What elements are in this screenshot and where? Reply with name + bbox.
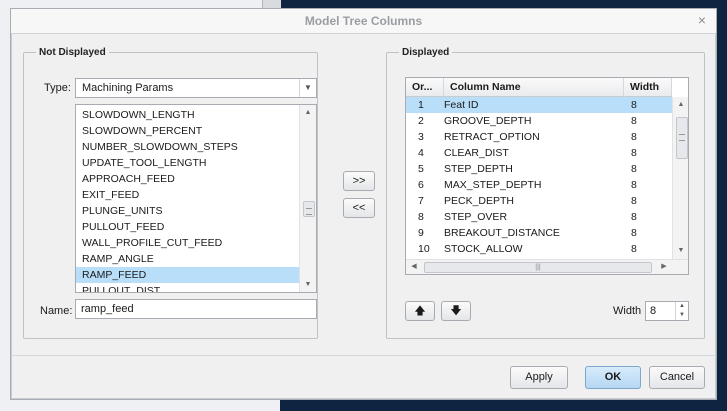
not-displayed-legend: Not Displayed <box>39 47 106 58</box>
list-item[interactable]: WALL_PROFILE_CUT_FEED <box>76 235 299 251</box>
scroll-up-icon[interactable]: ▲ <box>300 105 316 120</box>
down-arrow-icon: 🡇 <box>450 305 462 317</box>
row-name-cell: CLEAR_DIST <box>444 147 509 159</box>
row-name-cell: MAX_STEP_DEPTH <box>444 179 542 191</box>
table-row[interactable]: 10 STOCK_ALLOW 8 <box>406 241 672 257</box>
row-width-cell: 8 <box>631 147 637 159</box>
name-field[interactable]: ramp_feed <box>75 299 317 319</box>
footer-divider <box>11 355 716 356</box>
increment-icon[interactable]: ▲ <box>675 302 688 311</box>
table-row[interactable]: 6 MAX_STEP_DEPTH 8 <box>406 177 672 193</box>
row-order-cell: 4 <box>418 147 424 159</box>
width-stepper[interactable]: 8 ▲ ▼ <box>645 301 689 321</box>
row-width-cell: 8 <box>631 195 637 207</box>
scrollbar-thumb[interactable] <box>676 117 688 159</box>
row-order-cell: 2 <box>418 115 424 127</box>
row-width-cell: 8 <box>631 211 637 223</box>
row-name-cell: RETRACT_OPTION <box>444 131 540 143</box>
scroll-up-icon[interactable]: ▲ <box>673 97 688 112</box>
displayed-table[interactable]: Or... Column Name Width 1 Feat ID 8 2 GROOVE… <box>405 77 689 275</box>
row-name-cell: PECK_DEPTH <box>444 195 515 207</box>
type-label: Type: <box>44 82 71 94</box>
row-order-cell: 3 <box>418 131 424 143</box>
table-header: Or... Column Name Width <box>406 78 672 97</box>
row-name-cell: GROOVE_DEPTH <box>444 115 532 127</box>
list-item[interactable]: SLOWDOWN_PERCENT <box>76 123 299 139</box>
row-width-cell: 8 <box>631 115 637 127</box>
list-item[interactable]: UPDATE_TOOL_LENGTH <box>76 155 299 171</box>
table-row[interactable]: 8 STEP_OVER 8 <box>406 209 672 225</box>
row-name-cell: Feat ID <box>444 99 479 111</box>
list-item[interactable]: SLOWDOWN_LENGTH <box>76 107 299 123</box>
row-name-cell: STEP_OVER <box>444 211 508 223</box>
move-up-button[interactable]: 🡅 <box>405 301 435 321</box>
row-width-cell: 8 <box>631 227 637 239</box>
list-item[interactable]: RAMP_FEED <box>76 267 299 283</box>
table-row[interactable]: 9 BREAKOUT_DISTANCE 8 <box>406 225 672 241</box>
column-header-order[interactable]: Or... <box>406 78 444 96</box>
row-order-cell: 8 <box>418 211 424 223</box>
row-order-cell: 10 <box>418 243 430 255</box>
model-tree-columns-dialog: Model Tree Columns × Not Displayed Type:… <box>10 8 717 400</box>
list-item[interactable]: PLUNGE_UNITS <box>76 203 299 219</box>
dialog-titlebar: Model Tree Columns × <box>11 9 716 34</box>
displayed-horizontal-scrollbar[interactable]: ◀ ||| ▶ <box>406 259 688 274</box>
not-displayed-list[interactable]: SLOWDOWN_LENGTH SLOWDOWN_PERCENT NUMBER_SL… <box>75 104 317 293</box>
list-item[interactable]: PULLOUT_FEED <box>76 219 299 235</box>
table-row[interactable]: 4 CLEAR_DIST 8 <box>406 145 672 161</box>
scroll-right-icon[interactable]: ▶ <box>656 260 672 274</box>
row-order-cell: 6 <box>418 179 424 191</box>
row-order-cell: 1 <box>418 99 424 111</box>
cancel-button[interactable]: Cancel <box>649 366 705 389</box>
type-select-value: Machining Params <box>82 82 174 94</box>
list-item[interactable]: APPROACH_FEED <box>76 171 299 187</box>
move-down-button[interactable]: 🡇 <box>441 301 471 321</box>
displayed-legend: Displayed <box>402 47 450 58</box>
scrollbar-thumb[interactable] <box>303 201 315 217</box>
up-arrow-icon: 🡅 <box>414 305 426 317</box>
table-row[interactable]: 2 GROOVE_DEPTH 8 <box>406 113 672 129</box>
list-item[interactable]: EXIT_FEED <box>76 187 299 203</box>
row-width-cell: 8 <box>631 131 637 143</box>
list-item[interactable]: RAMP_ANGLE <box>76 251 299 267</box>
row-order-cell: 7 <box>418 195 424 207</box>
remove-column-button[interactable]: << <box>343 198 375 218</box>
ok-button[interactable]: OK <box>585 366 641 389</box>
scroll-down-icon[interactable]: ▼ <box>300 277 316 292</box>
list-item[interactable]: PULLOUT_DIST <box>76 283 299 292</box>
scroll-down-icon[interactable]: ▼ <box>673 243 688 258</box>
horizontal-scrollbar-thumb[interactable]: ||| <box>424 262 652 273</box>
displayed-vertical-scrollbar[interactable]: ▲ ▼ <box>672 97 688 259</box>
row-order-cell: 5 <box>418 163 424 175</box>
row-width-cell: 8 <box>631 179 637 191</box>
width-label: Width <box>613 305 642 317</box>
table-row[interactable]: 3 RETRACT_OPTION 8 <box>406 129 672 145</box>
dialog-title: Model Tree Columns <box>304 14 423 28</box>
name-label: Name: <box>40 305 73 317</box>
list-item[interactable]: NUMBER_SLOWDOWN_STEPS <box>76 139 299 155</box>
type-select[interactable]: Machining Params ▼ <box>75 78 317 98</box>
row-width-cell: 8 <box>631 243 637 255</box>
row-width-cell: 8 <box>631 99 637 111</box>
table-row[interactable]: 1 Feat ID 8 <box>406 97 672 113</box>
width-stepper-value: 8 <box>650 305 657 317</box>
row-width-cell: 8 <box>631 163 637 175</box>
row-name-cell: BREAKOUT_DISTANCE <box>444 227 560 239</box>
apply-button[interactable]: Apply <box>510 366 568 389</box>
column-header-width[interactable]: Width <box>624 78 672 96</box>
close-icon[interactable]: × <box>694 12 710 28</box>
decrement-icon[interactable]: ▼ <box>675 311 688 320</box>
table-row[interactable]: 7 PECK_DEPTH 8 <box>406 193 672 209</box>
table-row[interactable]: 5 STEP_DEPTH 8 <box>406 161 672 177</box>
row-order-cell: 9 <box>418 227 424 239</box>
name-field-value: ramp_feed <box>81 303 134 315</box>
column-header-name[interactable]: Column Name <box>444 78 624 96</box>
row-name-cell: STOCK_ALLOW <box>444 243 523 255</box>
chevron-down-icon[interactable]: ▼ <box>299 79 316 97</box>
not-displayed-scrollbar[interactable]: ▲ ▼ <box>299 105 316 292</box>
add-column-button[interactable]: >> <box>343 171 375 191</box>
row-name-cell: STEP_DEPTH <box>444 163 513 175</box>
scroll-left-icon[interactable]: ◀ <box>406 260 422 274</box>
